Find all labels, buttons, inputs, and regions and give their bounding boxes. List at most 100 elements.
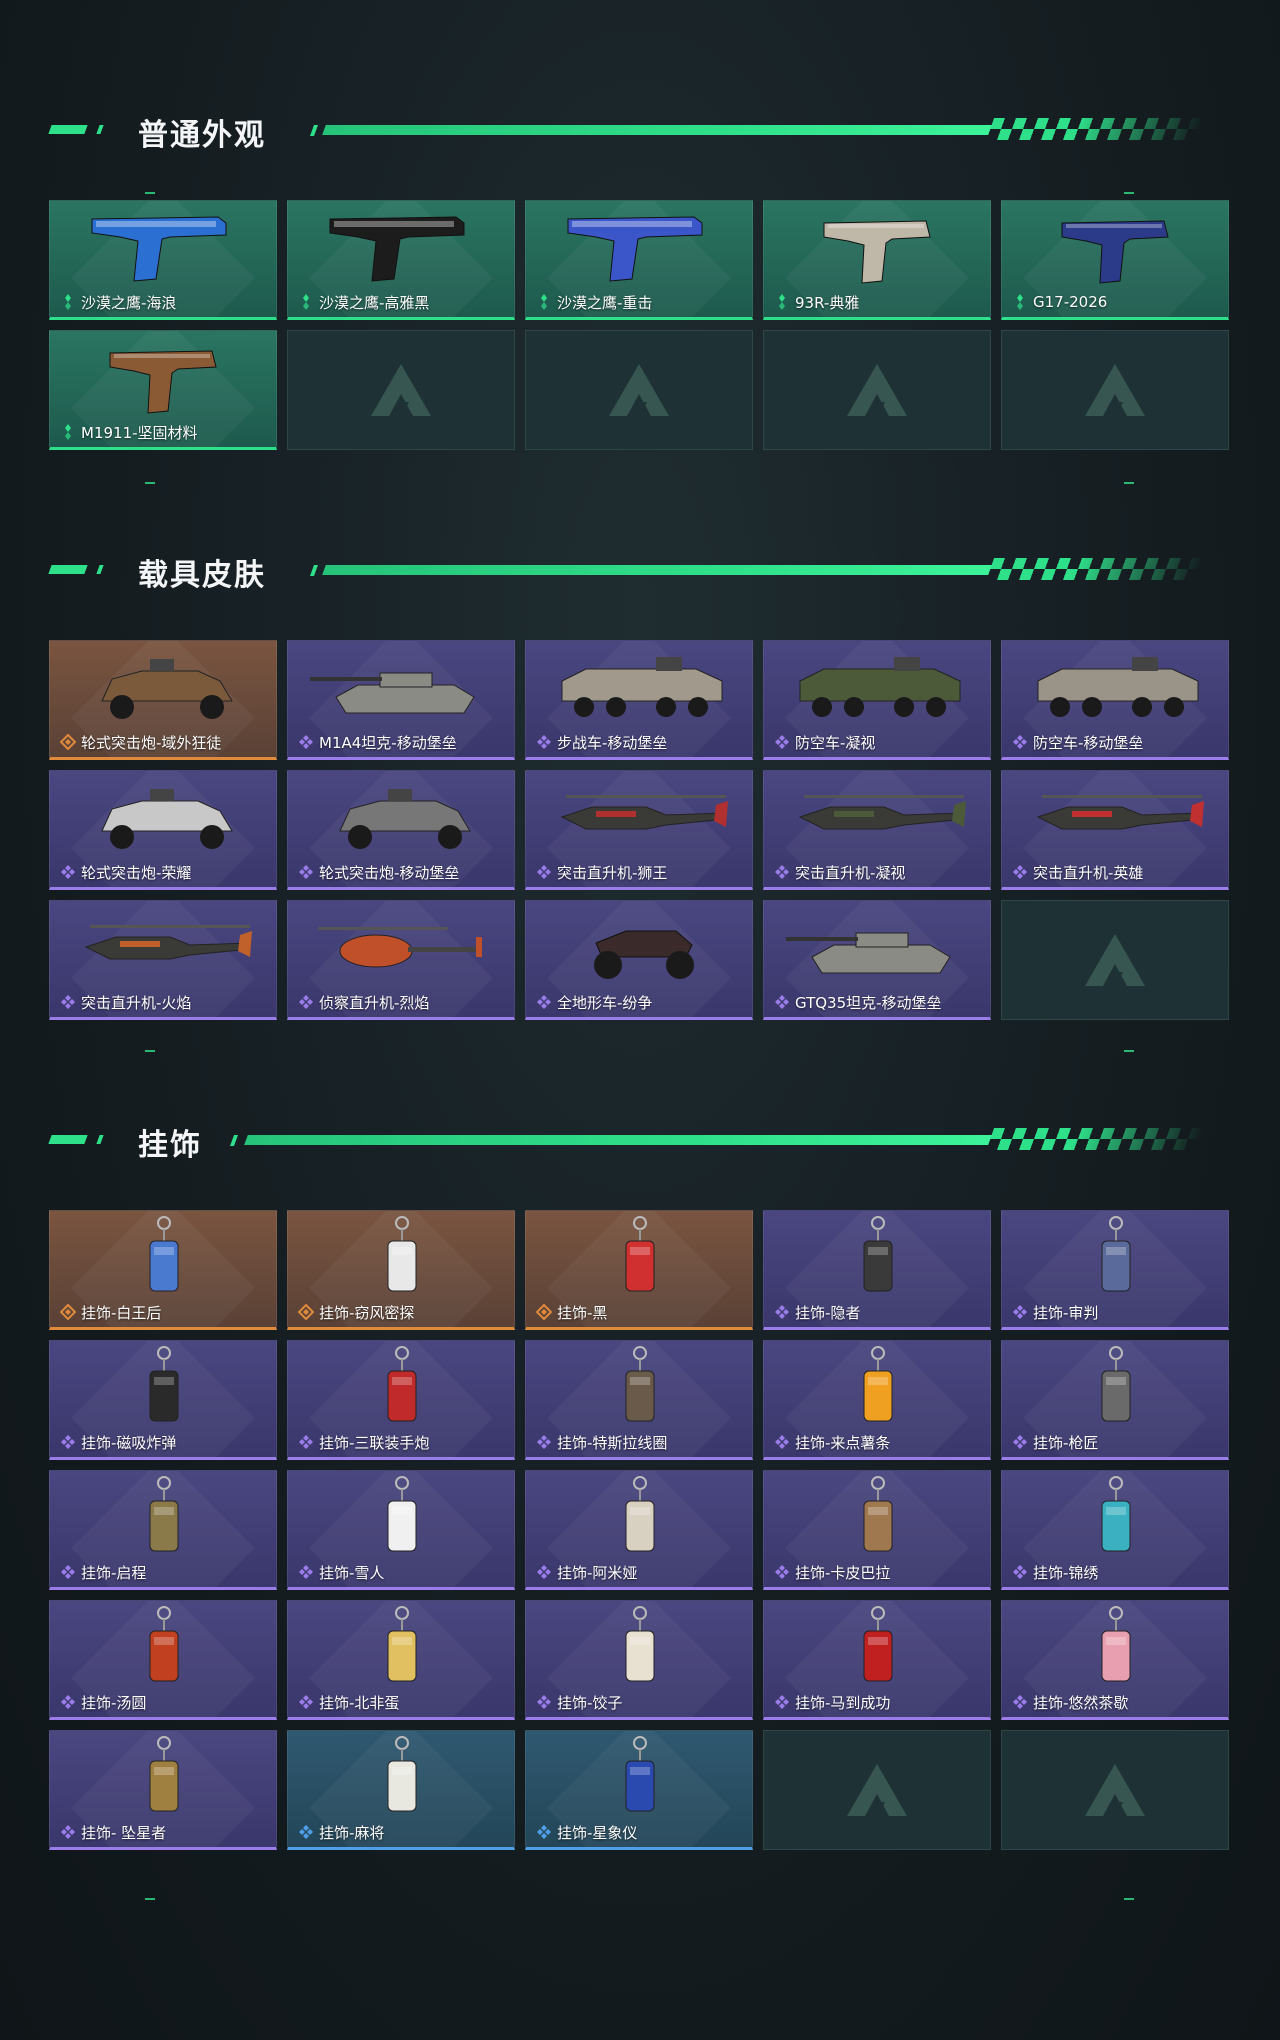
item-card[interactable]: 挂饰-审判 bbox=[1001, 1210, 1229, 1330]
rarity-purple-icon bbox=[537, 1565, 551, 1579]
header-checker-pattern bbox=[985, 558, 1205, 580]
empty-slot bbox=[1001, 1730, 1229, 1850]
corner-mark bbox=[1124, 192, 1134, 194]
item-name-row: 防空车-凝视 bbox=[774, 731, 875, 753]
item-card[interactable]: 突击直升机-凝视 bbox=[763, 770, 991, 890]
section-title: 普通外观 bbox=[138, 118, 266, 153]
item-name: 防空车-移动堡垒 bbox=[1033, 733, 1144, 752]
item-card[interactable]: 步战车-移动堡垒 bbox=[525, 640, 753, 760]
rarity-purple-icon bbox=[1013, 865, 1027, 879]
item-card[interactable]: 挂饰-北非蛋 bbox=[287, 1600, 515, 1720]
item-name-row: 挂饰-北非蛋 bbox=[298, 1691, 399, 1713]
item-card[interactable]: 防空车-移动堡垒 bbox=[1001, 640, 1229, 760]
header-tick bbox=[229, 1135, 239, 1146]
vehicle-image bbox=[84, 925, 252, 960]
item-name-row: 突击直升机-凝视 bbox=[774, 861, 905, 883]
vehicle-image bbox=[101, 789, 233, 849]
item-name: GTQ35坦克-移动堡垒 bbox=[795, 993, 942, 1012]
item-card[interactable]: 全地形车-纷争 bbox=[525, 900, 753, 1020]
vehicle-image bbox=[339, 789, 471, 849]
placeholder-logo-icon bbox=[847, 1764, 907, 1816]
header-accent bbox=[96, 565, 104, 574]
item-name-row: 93R-典雅 bbox=[774, 291, 859, 313]
item-card[interactable]: 挂饰-星象仪 bbox=[525, 1730, 753, 1850]
vehicle-image bbox=[798, 795, 966, 830]
item-name-row: 突击直升机-火焰 bbox=[60, 991, 191, 1013]
item-card[interactable]: 93R-典雅 bbox=[763, 200, 991, 320]
item-card[interactable]: M1A4坦克-移动堡垒 bbox=[287, 640, 515, 760]
item-card[interactable]: 挂饰-来点薯条 bbox=[763, 1340, 991, 1460]
item-name: 挂饰-特斯拉线圈 bbox=[557, 1433, 668, 1452]
item-name: 突击直升机-狮王 bbox=[557, 863, 668, 882]
charm-image bbox=[863, 1606, 893, 1682]
item-card[interactable]: 挂饰-悠然茶歇 bbox=[1001, 1600, 1229, 1720]
item-card[interactable]: 沙漠之鹰-海浪 bbox=[49, 200, 277, 320]
item-name: 挂饰-磁吸炸弹 bbox=[81, 1433, 177, 1452]
item-card[interactable]: 挂饰-锦绣 bbox=[1001, 1470, 1229, 1590]
item-name: 突击直升机-火焰 bbox=[81, 993, 192, 1012]
item-card[interactable]: 轮式突击炮-域外狂徒 bbox=[49, 640, 277, 760]
corner-mark bbox=[1124, 1898, 1134, 1900]
item-card[interactable]: 轮式突击炮-荣耀 bbox=[49, 770, 277, 890]
item-card[interactable]: 突击直升机-狮王 bbox=[525, 770, 753, 890]
item-name: 93R-典雅 bbox=[795, 293, 860, 312]
charm-image bbox=[149, 1606, 179, 1682]
item-name: G17-2026 bbox=[1033, 293, 1108, 311]
corner-mark bbox=[1124, 482, 1134, 484]
vehicle-image bbox=[318, 927, 482, 968]
item-name-row: 挂饰-窃风密探 bbox=[298, 1301, 414, 1323]
header-accent bbox=[96, 125, 104, 134]
item-card[interactable]: 沙漠之鹰-高雅黑 bbox=[287, 200, 515, 320]
item-name: 挂饰-来点薯条 bbox=[795, 1433, 891, 1452]
item-name: 挂饰-北非蛋 bbox=[319, 1693, 400, 1712]
charm-image bbox=[149, 1736, 179, 1812]
rarity-purple-icon bbox=[61, 995, 75, 1009]
item-card[interactable]: 挂饰-特斯拉线圈 bbox=[525, 1340, 753, 1460]
rarity-green-icon bbox=[1017, 294, 1023, 310]
header-accent bbox=[48, 565, 88, 574]
item-card[interactable]: 挂饰-启程 bbox=[49, 1470, 277, 1590]
item-card[interactable]: 挂饰-汤圆 bbox=[49, 1600, 277, 1720]
charm-image bbox=[625, 1476, 655, 1552]
item-card[interactable]: 挂饰-黑 bbox=[525, 1210, 753, 1330]
empty-slot bbox=[763, 330, 991, 450]
item-card[interactable]: 挂饰-窃风密探 bbox=[287, 1210, 515, 1330]
item-card[interactable]: 防空车-凝视 bbox=[763, 640, 991, 760]
rarity-green-icon bbox=[541, 294, 547, 310]
item-name: 挂饰-悠然茶歇 bbox=[1033, 1693, 1129, 1712]
item-card[interactable]: 挂饰-隐者 bbox=[763, 1210, 991, 1330]
rarity-green-icon bbox=[65, 424, 71, 440]
placeholder-logo-icon bbox=[1085, 934, 1145, 986]
item-card[interactable]: 挂饰-枪匠 bbox=[1001, 1340, 1229, 1460]
weapon-image bbox=[1061, 220, 1169, 284]
item-card[interactable]: 挂饰-阿米娅 bbox=[525, 1470, 753, 1590]
item-card[interactable]: 突击直升机-英雄 bbox=[1001, 770, 1229, 890]
item-card[interactable]: 挂饰-磁吸炸弹 bbox=[49, 1340, 277, 1460]
item-card[interactable]: G17-2026 bbox=[1001, 200, 1229, 320]
corner-mark bbox=[145, 1898, 155, 1900]
item-card[interactable]: M1911-坚固材料 bbox=[49, 330, 277, 450]
item-card[interactable]: 挂饰- 坠星者 bbox=[49, 1730, 277, 1850]
item-card[interactable]: GTQ35坦克-移动堡垒 bbox=[763, 900, 991, 1020]
vehicle-image bbox=[310, 672, 475, 714]
item-card[interactable]: 挂饰-饺子 bbox=[525, 1600, 753, 1720]
item-name-row: 挂饰-三联装手炮 bbox=[298, 1431, 429, 1453]
item-card[interactable]: 挂饰-麻将 bbox=[287, 1730, 515, 1850]
rarity-green-icon bbox=[779, 294, 785, 310]
item-card[interactable]: 挂饰-卡皮巴拉 bbox=[763, 1470, 991, 1590]
weapon-image bbox=[91, 216, 227, 282]
item-card[interactable]: 沙漠之鹰-重击 bbox=[525, 200, 753, 320]
item-card[interactable]: 突击直升机-火焰 bbox=[49, 900, 277, 1020]
item-card[interactable]: 挂饰-雪人 bbox=[287, 1470, 515, 1590]
item-name-row: 突击直升机-狮王 bbox=[536, 861, 667, 883]
item-card[interactable]: 轮式突击炮-移动堡垒 bbox=[287, 770, 515, 890]
item-card[interactable]: 挂饰-白王后 bbox=[49, 1210, 277, 1330]
item-name-row: 步战车-移动堡垒 bbox=[536, 731, 667, 753]
item-card[interactable]: 挂饰-马到成功 bbox=[763, 1600, 991, 1720]
rarity-purple-icon bbox=[775, 1695, 789, 1709]
item-card[interactable]: 侦察直升机-烈焰 bbox=[287, 900, 515, 1020]
charm-image bbox=[387, 1476, 417, 1552]
item-card[interactable]: 挂饰-三联装手炮 bbox=[287, 1340, 515, 1460]
item-name: 挂饰-阿米娅 bbox=[557, 1563, 638, 1582]
section-header-charms: 挂饰 bbox=[0, 1108, 1280, 1168]
